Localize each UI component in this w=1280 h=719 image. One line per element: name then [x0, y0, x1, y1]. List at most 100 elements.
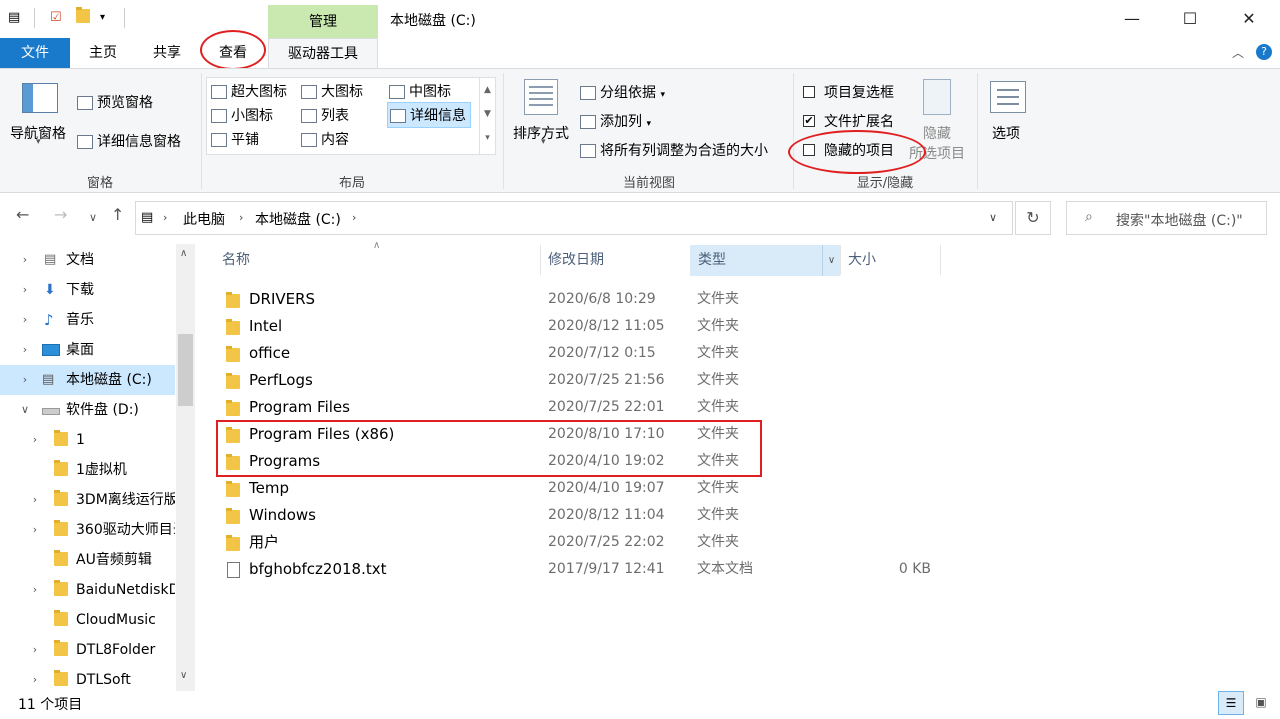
expand-chevron-icon[interactable]: ›: [18, 275, 32, 305]
column-header-size[interactable]: 大小: [848, 245, 876, 276]
new-folder-icon[interactable]: [76, 6, 90, 26]
sidebar-item-software-disk-d[interactable]: ∨ 软件盘 (D:): [0, 395, 175, 425]
file-row[interactable]: office 2020/7/12 0:15 文件夹: [218, 340, 938, 367]
sidebar-item-music[interactable]: › ♪ 音乐: [0, 305, 175, 335]
item-checkboxes-checkbox[interactable]: [803, 86, 815, 98]
properties-icon[interactable]: ☑: [50, 10, 62, 26]
preview-pane-button[interactable]: 预览窗格: [77, 92, 153, 112]
sidebar-item-folder[interactable]: › 1: [0, 425, 175, 455]
scroll-up-icon[interactable]: ∧: [180, 248, 187, 259]
qat-customize-icon[interactable]: ▾: [100, 10, 105, 26]
sidebar-item-folder[interactable]: 1虚拟机: [0, 455, 175, 485]
expand-chevron-icon[interactable]: ›: [18, 365, 32, 395]
sidebar-scrollbar[interactable]: ∧ ∨: [176, 244, 195, 691]
layout-medium-icons[interactable]: 中图标: [389, 81, 451, 101]
layout-item-label: 大图标: [321, 84, 363, 100]
details-pane-button[interactable]: 详细信息窗格: [77, 131, 181, 151]
help-icon[interactable]: ?: [1256, 44, 1272, 60]
sidebar-item-desktop[interactable]: › 桌面: [0, 335, 175, 365]
address-history-dropdown[interactable]: ∨: [989, 211, 997, 224]
layout-large-icons[interactable]: 大图标: [301, 81, 363, 101]
drive-icon: ▤: [141, 210, 154, 225]
details-view-toggle[interactable]: ☰: [1218, 691, 1244, 715]
title-bar: ▤ ☑ ▾ 管理 本地磁盘 (C:) — ☐ ✕: [0, 0, 1280, 38]
column-header-date[interactable]: 修改日期: [548, 245, 604, 276]
minimize-button[interactable]: —: [1102, 0, 1162, 38]
group-by-button[interactable]: 分组依据 ▾: [580, 82, 665, 102]
hide-selected-line1[interactable]: 隐藏: [923, 123, 951, 143]
file-row[interactable]: Program Files 2020/7/25 22:01 文件夹: [218, 394, 938, 421]
breadcrumb-local-disk[interactable]: 本地磁盘 (C:): [255, 209, 341, 229]
file-row[interactable]: DRIVERS 2020/6/8 10:29 文件夹: [218, 286, 938, 313]
expand-chevron-icon[interactable]: ›: [28, 635, 42, 665]
sidebar-item-local-disk-c[interactable]: › ▤ 本地磁盘 (C:): [0, 365, 175, 395]
expand-chevron-icon[interactable]: ›: [18, 245, 32, 275]
sidebar-item-documents[interactable]: › ▤ 文档: [0, 245, 175, 275]
file-extensions-toggle[interactable]: ✔ 文件扩展名: [803, 111, 894, 131]
layout-list[interactable]: 列表: [301, 105, 349, 125]
file-row[interactable]: Windows 2020/8/12 11:04 文件夹: [218, 502, 938, 529]
refresh-button[interactable]: ↻: [1015, 201, 1051, 235]
back-button[interactable]: ←: [16, 205, 29, 224]
expand-chevron-icon[interactable]: ›: [28, 425, 42, 455]
file-row[interactable]: Temp 2020/4/10 19:07 文件夹: [218, 475, 938, 502]
search-box[interactable]: ⌕ 搜索"本地磁盘 (C:)": [1066, 201, 1267, 235]
sidebar-item-folder[interactable]: › DTLSoft: [0, 665, 175, 695]
sidebar-item-label: 360驱动大师目录: [76, 522, 175, 538]
context-tab-manage[interactable]: 管理: [268, 5, 378, 38]
expand-chevron-icon[interactable]: ›: [28, 575, 42, 605]
add-column-button[interactable]: 添加列 ▾: [580, 111, 651, 131]
file-row[interactable]: bfghobfcz2018.txt 2017/9/17 12:41 文本文档 0 KB: [218, 556, 938, 583]
expand-chevron-icon[interactable]: ›: [18, 335, 32, 365]
column-header-name[interactable]: 名称: [222, 245, 250, 276]
search-input[interactable]: 搜索"本地磁盘 (C:)": [1116, 210, 1243, 230]
close-button[interactable]: ✕: [1219, 0, 1279, 38]
tab-home[interactable]: 主页: [80, 38, 126, 68]
breadcrumb-this-pc[interactable]: 此电脑: [183, 209, 225, 229]
expand-chevron-icon[interactable]: ›: [18, 305, 32, 335]
address-bar[interactable]: ▤ › 此电脑 › 本地磁盘 (C:) › ∨: [135, 201, 1013, 235]
column-divider[interactable]: [540, 245, 541, 275]
recent-locations-button[interactable]: ∨: [89, 211, 97, 224]
layout-content[interactable]: 内容: [301, 129, 349, 149]
details-pane-label: 详细信息窗格: [97, 134, 181, 150]
large-icons-view-toggle[interactable]: ▣: [1248, 691, 1274, 715]
collapse-ribbon-icon[interactable]: ︿: [1232, 44, 1244, 61]
column-divider[interactable]: [840, 245, 841, 275]
file-row[interactable]: Intel 2020/8/12 11:05 文件夹: [218, 313, 938, 340]
expand-chevron-icon[interactable]: ›: [28, 485, 42, 515]
tab-file[interactable]: 文件: [0, 38, 70, 68]
forward-button[interactable]: →: [54, 205, 67, 224]
sidebar-item-folder[interactable]: › 3DM离线运行版: [0, 485, 175, 515]
tab-share[interactable]: 共享: [144, 38, 190, 68]
sidebar-item-folder[interactable]: CloudMusic: [0, 605, 175, 635]
file-extensions-checkbox[interactable]: ✔: [803, 115, 815, 127]
filter-dropdown-icon[interactable]: ∨: [822, 245, 840, 276]
file-row[interactable]: 用户 2020/7/25 22:02 文件夹: [218, 529, 938, 556]
expand-chevron-icon[interactable]: ›: [28, 665, 42, 695]
collapse-chevron-icon[interactable]: ∨: [18, 395, 32, 425]
sidebar-item-downloads[interactable]: › ⬇ 下载: [0, 275, 175, 305]
column-divider[interactable]: [940, 245, 941, 275]
maximize-button[interactable]: ☐: [1160, 0, 1220, 38]
scroll-down-icon[interactable]: ∨: [180, 670, 187, 681]
layout-small-icons[interactable]: 小图标: [211, 105, 273, 125]
sidebar-item-folder[interactable]: › 360驱动大师目录: [0, 515, 175, 545]
sidebar-item-folder[interactable]: › DTL8Folder: [0, 635, 175, 665]
file-row[interactable]: PerfLogs 2020/7/25 21:56 文件夹: [218, 367, 938, 394]
layout-scroll[interactable]: ▲ ▼ ▾: [479, 78, 495, 154]
up-button[interactable]: ↑: [111, 205, 124, 224]
sidebar-item-folder[interactable]: › BaiduNetdiskDownload: [0, 575, 175, 605]
scrollbar-thumb[interactable]: [178, 334, 193, 406]
expand-chevron-icon[interactable]: ›: [28, 515, 42, 545]
layout-details[interactable]: 详细信息: [387, 102, 471, 128]
tab-drive-tools[interactable]: 驱动器工具: [268, 38, 378, 68]
sidebar-item-folder[interactable]: AU音频剪辑: [0, 545, 175, 575]
layout-tiles[interactable]: 平铺: [211, 129, 259, 149]
fit-columns-button[interactable]: 将所有列调整为合适的大小: [580, 140, 768, 160]
item-checkboxes-toggle[interactable]: 项目复选框: [803, 82, 894, 102]
layout-extra-large-icons[interactable]: 超大图标: [211, 81, 287, 101]
column-header-type[interactable]: 类型: [698, 245, 726, 276]
options-button[interactable]: 选项: [992, 123, 1020, 143]
chevron-down-icon: ▾: [541, 137, 546, 147]
